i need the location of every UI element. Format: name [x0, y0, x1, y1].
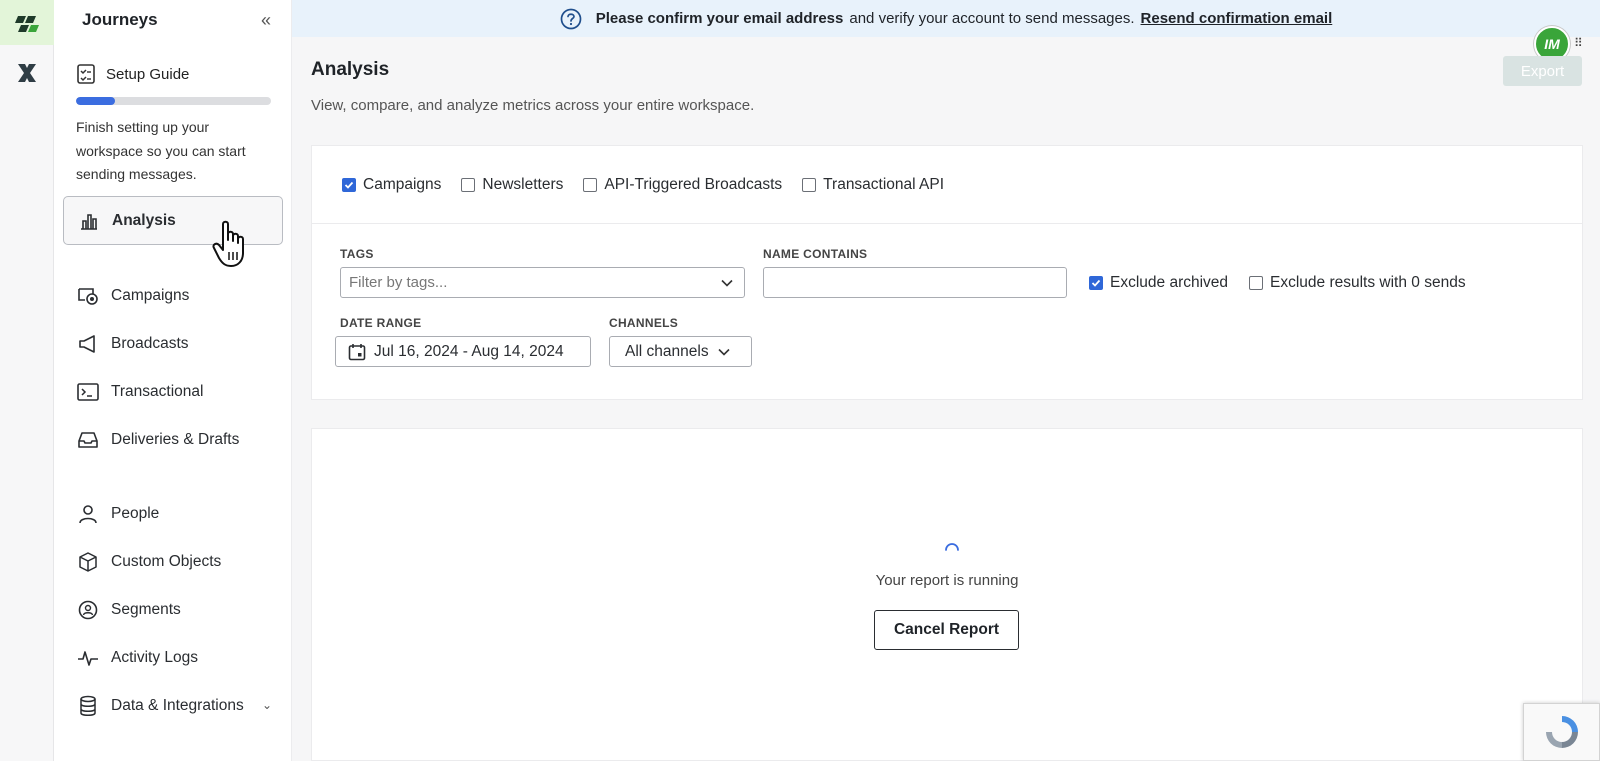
tags-select[interactable]: Filter by tags...	[340, 267, 745, 298]
channels-select[interactable]: All channels	[609, 336, 752, 367]
report-card: Your report is running Cancel Report	[311, 428, 1583, 761]
date-range-label: DATE RANGE	[340, 316, 422, 330]
date-range-value: Jul 16, 2024 - Aug 14, 2024	[374, 342, 564, 360]
pulse-icon	[77, 647, 99, 669]
app-logo[interactable]	[0, 0, 54, 45]
setup-guide-link[interactable]: Setup Guide	[76, 60, 276, 88]
cancel-report-button[interactable]: Cancel Report	[874, 610, 1019, 650]
segments-icon	[77, 599, 99, 621]
message-type-filters: Campaigns Newsletters API-Triggered Broa…	[312, 146, 1582, 224]
page-title: Analysis	[311, 59, 390, 80]
megaphone-icon	[77, 333, 99, 355]
sidebar-title: Journeys	[82, 10, 158, 29]
api-triggered-broadcasts-checkbox[interactable]: API-Triggered Broadcasts	[583, 176, 782, 194]
checklist-icon	[77, 64, 95, 84]
checkbox-label: API-Triggered Broadcasts	[604, 176, 783, 193]
channels-value: All channels	[625, 342, 709, 360]
newsletters-checkbox[interactable]: Newsletters	[461, 176, 563, 194]
inbox-icon	[77, 429, 99, 451]
sidebar-item-deliveries-drafts[interactable]: Deliveries & Drafts	[63, 416, 283, 464]
grip-icon[interactable]: ⠿	[1574, 36, 1583, 50]
filters-card: Campaigns Newsletters API-Triggered Broa…	[311, 145, 1583, 400]
tags-label: TAGS	[340, 247, 374, 261]
checkbox-label: Transactional API	[823, 176, 945, 193]
sidebar-item-label: People	[111, 505, 160, 522]
tags-placeholder: Filter by tags...	[349, 274, 448, 291]
transactional-api-checkbox[interactable]: Transactional API	[802, 176, 944, 194]
terminal-icon	[77, 381, 99, 403]
sidebar-item-transactional[interactable]: Transactional	[63, 368, 283, 416]
sidebar-item-label: Segments	[111, 601, 181, 618]
checkbox-label: Exclude results with 0 sends	[1270, 274, 1466, 291]
sidebar-item-label: Deliveries & Drafts	[111, 431, 240, 448]
sidebar-item-label: Transactional	[111, 383, 204, 400]
recaptcha-badge[interactable]	[1523, 703, 1600, 761]
recaptcha-icon	[1546, 716, 1578, 748]
workspace-switcher-icon[interactable]	[14, 60, 40, 86]
name-contains-label: NAME CONTAINS	[763, 247, 868, 261]
sidebar-item-segments[interactable]: Segments	[63, 586, 283, 634]
checkbox-label: Exclude archived	[1110, 274, 1229, 291]
sidebar-item-data-integrations[interactable]: Data & Integrations ⌄	[63, 682, 283, 730]
report-status: Your report is running	[875, 572, 1019, 589]
chevron-down-icon	[718, 348, 730, 356]
chevron-down-icon	[721, 279, 733, 287]
help-circle-icon	[560, 8, 582, 29]
loading-spinner-icon	[945, 543, 959, 551]
exclude-archived-checkbox[interactable]: Exclude archived	[1089, 274, 1228, 292]
campaigns-checkbox[interactable]: Campaigns	[342, 176, 441, 194]
person-icon	[77, 503, 99, 525]
sidebar-item-label: Campaigns	[111, 287, 190, 304]
resend-confirmation-link[interactable]: Resend confirmation email	[1141, 10, 1333, 27]
sidebar: Journeys « Setup Guide Finish setting up…	[54, 0, 292, 761]
calendar-icon	[348, 343, 366, 360]
sidebar-item-label: Analysis	[112, 211, 176, 229]
setup-progress-fill	[76, 97, 115, 105]
database-icon	[77, 695, 99, 717]
sidebar-item-label: Activity Logs	[111, 649, 199, 666]
checkbox-icon	[461, 178, 476, 192]
export-button[interactable]: Export	[1503, 56, 1582, 86]
campaign-icon	[77, 285, 99, 307]
logo-icon	[15, 15, 39, 32]
setup-progress-bar	[76, 97, 271, 105]
banner-text: and verify your account to send messages…	[849, 10, 1135, 27]
sidebar-item-label: Data & Integrations	[111, 697, 244, 714]
setup-guide-label: Setup Guide	[106, 65, 190, 83]
chevron-down-icon: ⌄	[262, 698, 273, 712]
hand-cursor-icon	[212, 220, 244, 267]
sidebar-item-label: Custom Objects	[111, 553, 222, 570]
name-contains-input[interactable]	[763, 267, 1067, 298]
checkbox-label: Newsletters	[482, 176, 564, 193]
checkbox-icon	[583, 178, 598, 192]
cube-icon	[77, 551, 99, 573]
sidebar-item-activity-logs[interactable]: Activity Logs	[63, 634, 283, 682]
channels-label: CHANNELS	[609, 316, 679, 330]
sidebar-item-people[interactable]: People	[63, 490, 283, 538]
sidebar-item-custom-objects[interactable]: Custom Objects	[63, 538, 283, 586]
checkbox-label: Campaigns	[363, 176, 442, 193]
collapse-sidebar-icon[interactable]: «	[255, 9, 277, 31]
checkbox-icon	[802, 178, 817, 192]
bar-chart-icon	[78, 210, 100, 232]
banner-bold-text: Please confirm your email address	[595, 10, 844, 27]
sidebar-item-campaigns[interactable]: Campaigns	[63, 272, 283, 320]
checkbox-icon	[1249, 276, 1263, 290]
setup-description: Finish setting up your workspace so you …	[76, 119, 246, 182]
date-range-picker[interactable]: Jul 16, 2024 - Aug 14, 2024	[335, 336, 591, 367]
exclude-zero-sends-checkbox[interactable]: Exclude results with 0 sends	[1249, 274, 1466, 292]
checkbox-checked-icon	[1089, 276, 1103, 290]
checkbox-checked-icon	[342, 178, 356, 192]
email-confirmation-banner: Please confirm your email address and ve…	[292, 0, 1600, 37]
app-rail	[0, 0, 54, 761]
sidebar-item-label: Broadcasts	[111, 335, 189, 352]
sidebar-item-broadcasts[interactable]: Broadcasts	[63, 320, 283, 368]
page-subtitle: View, compare, and analyze metrics acros…	[311, 97, 755, 114]
